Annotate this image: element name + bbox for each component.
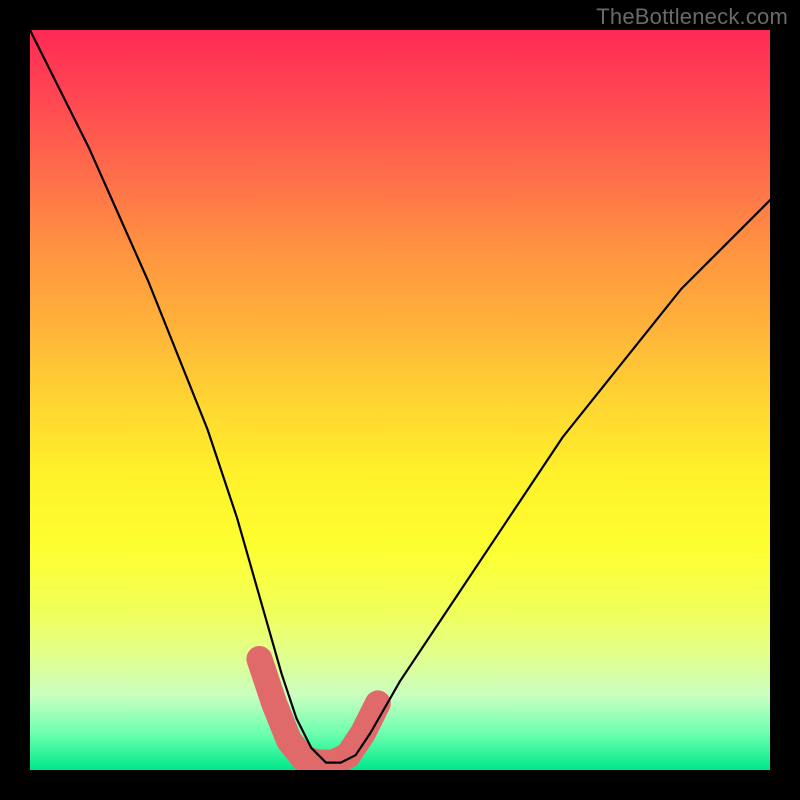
chart-frame: TheBottleneck.com <box>0 0 800 800</box>
bottleneck-curve-path <box>30 30 770 763</box>
chart-svg <box>30 30 770 770</box>
watermark-text: TheBottleneck.com <box>596 4 788 30</box>
chart-plot-area <box>30 30 770 770</box>
